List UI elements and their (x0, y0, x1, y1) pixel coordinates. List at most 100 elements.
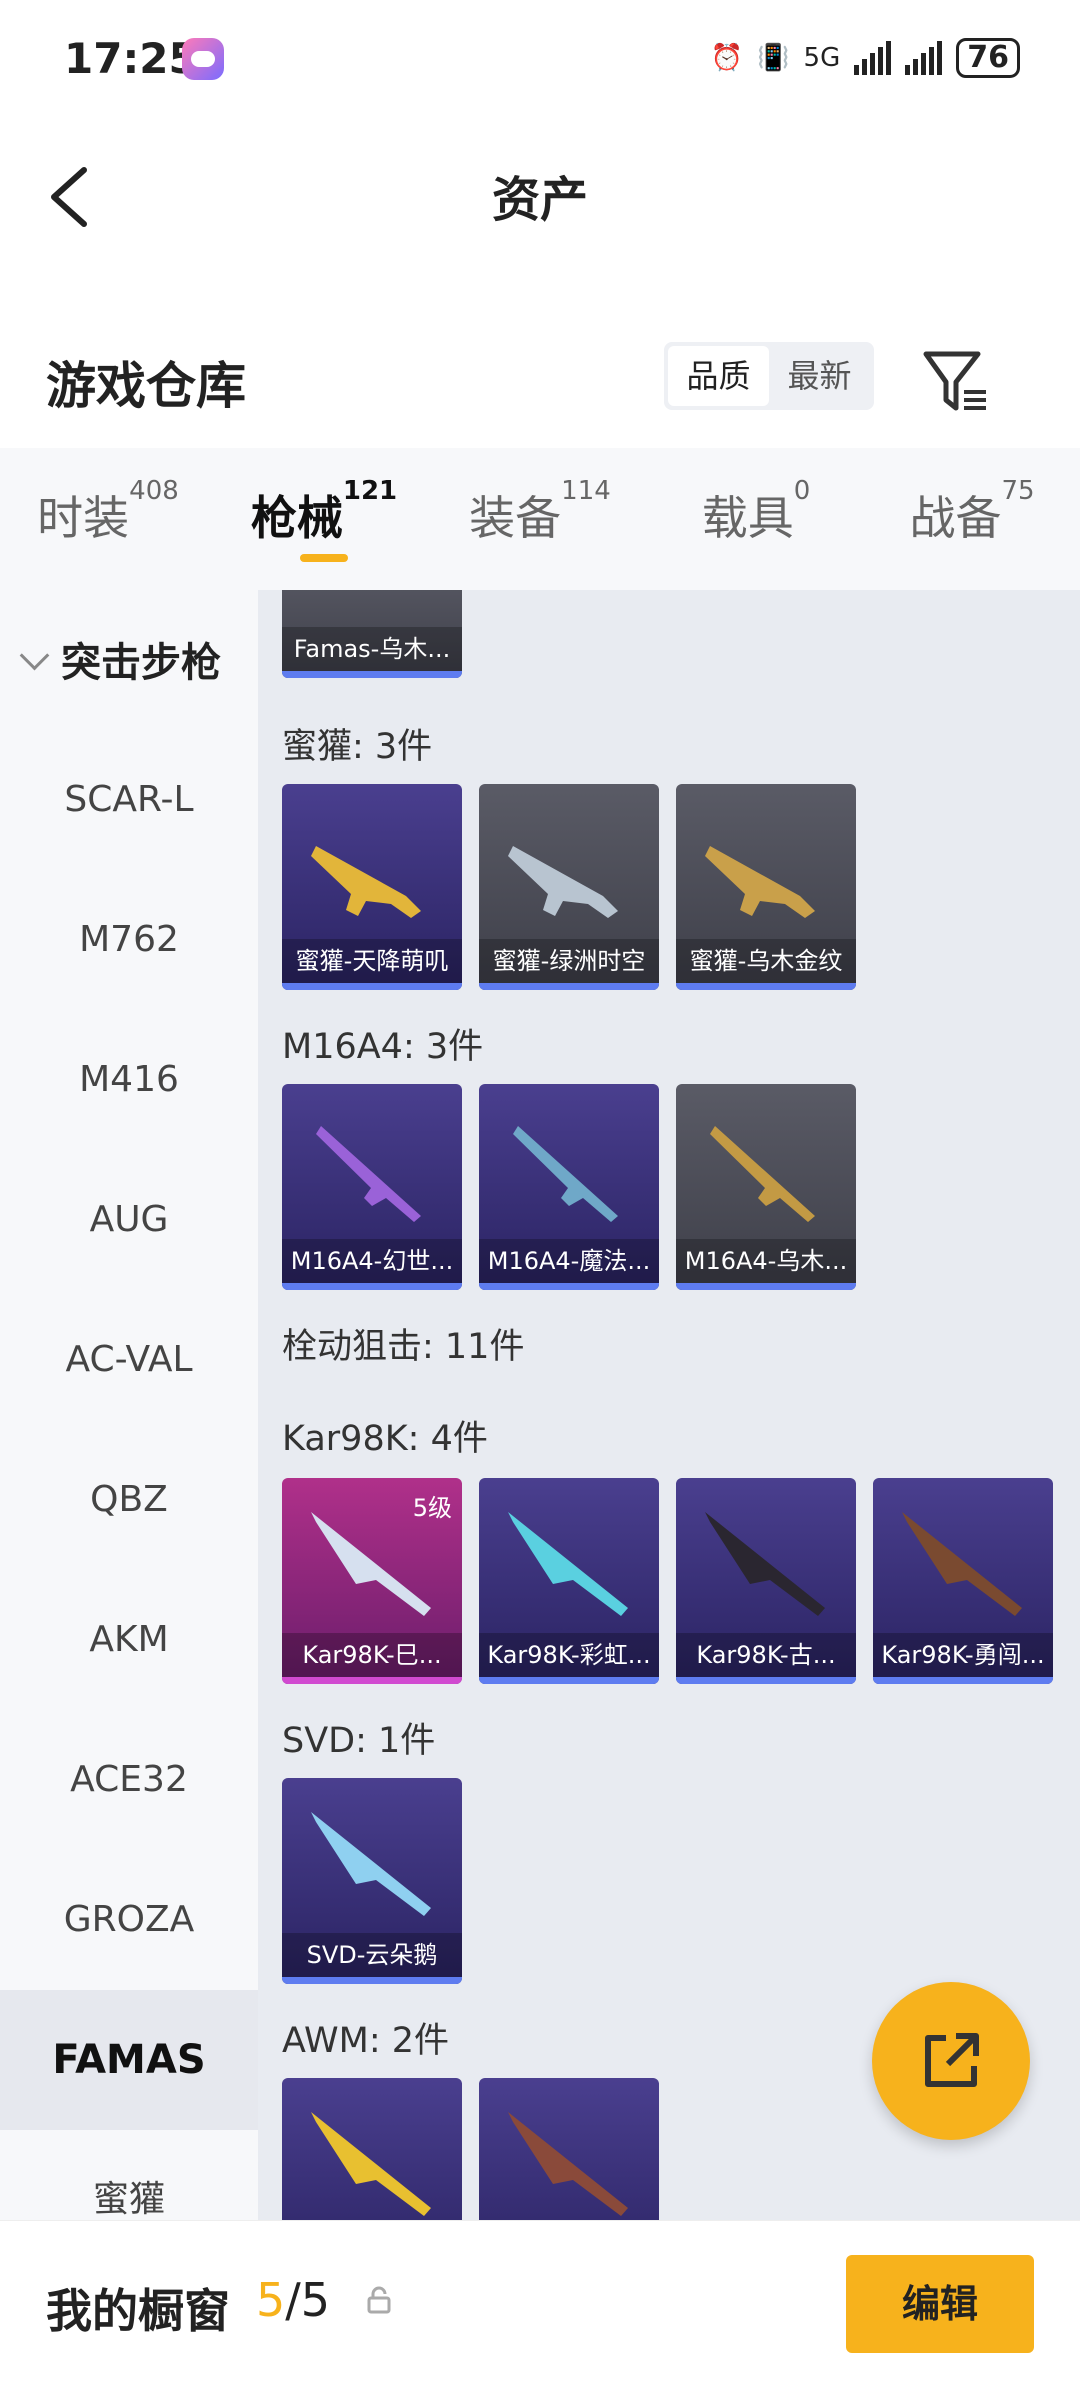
sidebar-item-ac-val[interactable]: AC-VAL (0, 1290, 258, 1430)
weapon-card[interactable]: M16A4-乌木... (676, 1084, 856, 1290)
signal-icon (854, 41, 892, 75)
sniper-rifle-icon (311, 1812, 431, 1916)
weapon-card-label: Kar98K-勇闯... (873, 1633, 1053, 1677)
group-title: 蜜獾: 3件 (282, 727, 433, 767)
weapon-card[interactable]: 蜜獾-绿洲时空 (479, 784, 659, 990)
filter-icon[interactable] (920, 346, 992, 416)
tab-count: 121 (342, 476, 398, 506)
sidebar-category-assault-rifle[interactable]: 突击步枪 (19, 630, 221, 688)
showcase-label: 我的橱窗 (46, 2284, 230, 2338)
rarity-bar (479, 1677, 659, 1684)
tab-combat-prep[interactable]: 战备75 (864, 448, 1080, 590)
weapon-card[interactable]: M16A4-魔法... (479, 1084, 659, 1290)
weapon-card-label: Kar98K-巳... (282, 1633, 462, 1677)
weapon-card[interactable] (479, 2078, 659, 2220)
sniper-rifle-icon (902, 1512, 1022, 1616)
sort-latest-button[interactable]: 最新 (769, 346, 870, 406)
showcase-count-total: 5 (300, 2273, 331, 2327)
rarity-bar (873, 1677, 1053, 1684)
sniper-rifle-icon (508, 1512, 628, 1616)
sidebar-item-scar-l[interactable]: SCAR-L (0, 730, 258, 870)
status-icons: ⏰ 📳 5G 76 (711, 38, 1020, 78)
weapon-card-label: 蜜獾-绿洲时空 (479, 939, 659, 983)
tab-count: 75 (1001, 476, 1035, 506)
rifle-icon (710, 1126, 815, 1222)
rarity-bar (282, 1283, 462, 1290)
showcase-count-separator: / (285, 2273, 301, 2327)
rarity-bar (676, 1677, 856, 1684)
external-link-icon (925, 2033, 979, 2087)
tab-label: 战备 (909, 491, 1002, 545)
rarity-bar (676, 983, 856, 990)
weapon-sidebar: 突击步枪 SCAR-L M762 M416 AUG AC-VAL QBZ AKM… (0, 590, 258, 2220)
weapon-card[interactable]: Kar98K-勇闯... (873, 1478, 1053, 1684)
tab-label: 装备 (469, 491, 562, 545)
tab-label: 时装 (37, 491, 130, 545)
weapon-card[interactable]: 5级 Kar98K-巳... (282, 1478, 462, 1684)
weapon-card[interactable]: Famas-乌木... (282, 590, 462, 678)
weapon-card[interactable]: Kar98K-彩虹... (479, 1478, 659, 1684)
tab-vehicles[interactable]: 载具0 (648, 448, 864, 590)
weapon-card[interactable]: M16A4-幻世... (282, 1084, 462, 1290)
sidebar-item-qbz[interactable]: QBZ (0, 1430, 258, 1570)
weapon-card[interactable]: SVD-云朵鹅 (282, 1778, 462, 1984)
sidebar-item-m416[interactable]: M416 (0, 1010, 258, 1150)
weapon-card-label: M16A4-乌木... (676, 1239, 856, 1283)
group-title: Kar98K: 4件 (282, 1419, 488, 1459)
weapon-card-label: Kar98K-彩虹... (479, 1633, 659, 1677)
sort-quality-button[interactable]: 品质 (668, 346, 769, 406)
rifle-icon (311, 846, 421, 918)
weapon-card-label: SVD-云朵鹅 (282, 1933, 462, 1977)
section-title: 游戏仓库 (46, 357, 246, 415)
rarity-bar (479, 983, 659, 990)
showcase-count-current: 5 (256, 2273, 286, 2327)
signal-icon-2 (905, 41, 943, 75)
sort-toggle: 品质 最新 (664, 342, 874, 410)
sidebar-item-groza[interactable]: GROZA (0, 1850, 258, 1990)
weapon-card[interactable]: Kar98K-古... (676, 1478, 856, 1684)
tab-fashion[interactable]: 时装408 (0, 448, 216, 590)
rifle-icon (705, 846, 815, 918)
tab-count: 0 (793, 476, 811, 506)
sniper-rifle-icon (705, 1512, 825, 1616)
tab-label: 载具 (701, 491, 794, 545)
tab-label: 枪械 (250, 491, 343, 545)
sidebar-category-label: 突击步枪 (61, 640, 221, 686)
level-badge: 5级 (412, 1494, 452, 1522)
sniper-rifle-icon (508, 2112, 628, 2216)
rarity-bar (282, 983, 462, 990)
weapon-card-label: Famas-乌木... (282, 627, 462, 671)
status-time: 17:25 (64, 34, 198, 83)
rarity-bar (282, 1677, 462, 1684)
sidebar-item-aug[interactable]: AUG (0, 1150, 258, 1290)
sidebar-item-akm[interactable]: AKM (0, 1570, 258, 1710)
sidebar-item-honey-badger[interactable]: 蜜獾 (0, 2130, 258, 2220)
sidebar-item-famas[interactable]: FAMAS (0, 1990, 258, 2130)
tab-equipment[interactable]: 装备114 (432, 448, 648, 590)
rifle-icon (316, 1126, 421, 1222)
weapon-card[interactable]: 蜜獾-天降萌叽 (282, 784, 462, 990)
app-notification-icon (182, 38, 224, 80)
showcase-bar: 我的橱窗 5/5 编辑 (0, 2220, 1080, 2383)
page-title: 资产 (491, 172, 588, 228)
rarity-bar (282, 1977, 462, 1984)
battery-icon: 76 (956, 38, 1020, 78)
weapon-card-label: 蜜獾-天降萌叽 (282, 939, 462, 983)
weapon-grid: Famas-乌木... 蜜獾: 3件 蜜獾-天降萌叽 蜜獾-绿洲时空 蜜獾-乌木… (258, 590, 1080, 2220)
vibrate-icon: 📳 (757, 43, 790, 73)
sidebar-item-m762[interactable]: M762 (0, 870, 258, 1010)
weapon-card-label: Kar98K-古... (676, 1633, 856, 1677)
weapon-card[interactable] (282, 2078, 462, 2220)
tab-guns[interactable]: 枪械121 (216, 448, 432, 590)
share-fab-button[interactable] (872, 1982, 1030, 2140)
lock-icon (367, 2286, 391, 2314)
group-title: M16A4: 3件 (282, 1027, 484, 1067)
weapon-card-label: M16A4-幻世... (282, 1239, 462, 1283)
sniper-rifle-icon (311, 2112, 431, 2216)
rifle-icon (513, 1126, 618, 1222)
group-title: 栓动狙击: 11件 (282, 1327, 525, 1367)
sidebar-item-ace32[interactable]: ACE32 (0, 1710, 258, 1850)
edit-button[interactable]: 编辑 (846, 2255, 1034, 2353)
weapon-card[interactable]: 蜜獾-乌木金纹 (676, 784, 856, 990)
chevron-down-icon (19, 640, 50, 671)
